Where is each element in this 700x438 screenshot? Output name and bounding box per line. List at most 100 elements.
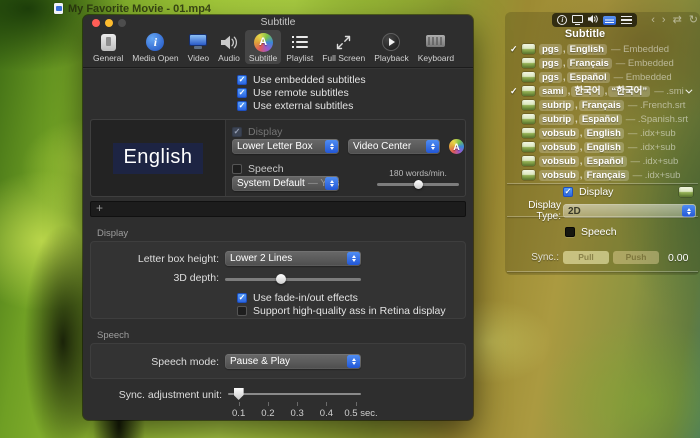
movie-window-title: My Favorite Movie - 01.mp4: [68, 2, 212, 15]
checkbox[interactable]: [237, 306, 247, 316]
preferences-toolbar: General i Media Open Video Audio A Subti…: [83, 28, 473, 64]
screen: My Favorite Movie - 01.mp4 Subtitle Gene…: [0, 0, 700, 438]
checkbox-label: Use remote subtitles: [253, 86, 349, 99]
document-icon: [54, 3, 63, 14]
playlist-icon: [291, 36, 308, 48]
panel-sync-row: Sync.: Pull Push 0.00: [505, 251, 700, 264]
toolbar-tab-keyboard[interactable]: Keyboard: [414, 30, 458, 64]
toolbar-tab-video[interactable]: Video: [184, 30, 214, 64]
add-style-button[interactable]: +: [90, 201, 466, 217]
subtitle-track-row[interactable]: ✓ vobsubEnglish— .idx+sub: [507, 140, 698, 154]
video-tab-icon[interactable]: [571, 15, 583, 25]
letterbox-height-dropdown[interactable]: Lower 2 Lines: [225, 251, 361, 266]
toolbar-tab-subtitle[interactable]: A Subtitle: [244, 30, 282, 64]
check-icon: ✓: [510, 43, 518, 54]
checkbox[interactable]: [237, 74, 247, 85]
position-dropdown[interactable]: Lower Letter Box: [232, 139, 339, 154]
checkbox-label: Display: [248, 125, 283, 138]
preferences-titlebar[interactable]: Subtitle: [83, 15, 473, 28]
checkbox[interactable]: [237, 100, 247, 111]
voice-dropdown[interactable]: System Default — Yuna: [232, 176, 339, 191]
stepper-icon: [347, 252, 360, 265]
subtitle-a-icon: A: [253, 32, 273, 52]
toolbar-tab-audio[interactable]: Audio: [214, 30, 244, 64]
toolbar-tab-general[interactable]: General: [89, 30, 127, 64]
tick-label: 0.4: [319, 408, 334, 419]
subtitle-track-row[interactable]: ✓ subripFrançais— .French.srt: [507, 98, 698, 112]
panel-tab-bar: i: [552, 13, 637, 27]
subtitle-tab-icon-selected[interactable]: [603, 15, 617, 25]
font-color-icon[interactable]: A: [449, 139, 464, 154]
speech-mode-dropdown[interactable]: Pause & Play: [225, 354, 361, 369]
subtitle-badge-icon: [522, 156, 535, 166]
3d-depth-slider[interactable]: [225, 273, 361, 284]
preview-pane: English: [91, 120, 226, 196]
checkbox-use-embedded-subtitles[interactable]: Use embedded subtitles: [237, 73, 473, 86]
tick-label: 0.5 sec.: [344, 408, 378, 419]
alignment-value: Video Center: [353, 141, 412, 152]
checkbox-preview-speech[interactable]: Speech: [232, 162, 284, 175]
subtitle-track-row[interactable]: ✓ pgsEnglish— Embedded: [507, 42, 698, 56]
checkbox[interactable]: [237, 87, 247, 98]
alignment-dropdown[interactable]: Video Center: [348, 139, 440, 154]
display-type-value: 2D: [568, 205, 581, 217]
sync-pull-button[interactable]: Pull: [563, 251, 609, 264]
subtitle-track-row[interactable]: ✓ pgsFrançais— Embedded: [507, 56, 698, 70]
subtitle-badge-icon: [522, 114, 535, 124]
audio-tab-icon[interactable]: [587, 14, 599, 27]
stepper-icon: [426, 140, 439, 153]
slider-thumb[interactable]: [414, 179, 423, 189]
slider-thumb[interactable]: [275, 273, 286, 284]
info-icon[interactable]: i: [557, 15, 568, 25]
close-button[interactable]: [92, 19, 100, 27]
checkbox[interactable]: [232, 163, 242, 174]
checkbox-use-remote-subtitles[interactable]: Use remote subtitles: [237, 86, 473, 99]
subtitle-track-row[interactable]: ✓ vobsubEspañol— .idx+sub: [507, 154, 698, 168]
speech-rate-slider[interactable]: [377, 178, 459, 189]
checkbox-label: Speech: [248, 162, 284, 175]
shuffle-icon[interactable]: ⇄: [673, 13, 682, 27]
chevron-down-icon[interactable]: [685, 86, 693, 94]
panel-display-type-row: Display Type: 2D: [505, 200, 700, 222]
checkbox[interactable]: [237, 293, 247, 303]
checkbox-use-external-subtitles[interactable]: Use external subtitles: [237, 99, 473, 112]
checkbox-panel-display[interactable]: [563, 187, 573, 197]
minimize-button[interactable]: [105, 19, 113, 27]
fullscreen-icon: [335, 32, 352, 52]
sync-push-button[interactable]: Push: [613, 251, 659, 264]
repeat-icon[interactable]: ↻: [689, 13, 698, 27]
next-icon[interactable]: ›: [662, 13, 666, 27]
checkbox-preview-display[interactable]: Display: [232, 125, 282, 138]
display-group-title: Display: [97, 228, 129, 239]
toolbar-tab-full-screen[interactable]: Full Screen: [318, 30, 369, 64]
movie-window-titlebar[interactable]: My Favorite Movie - 01.mp4: [54, 1, 211, 16]
toolbar-tab-media-open[interactable]: i Media Open: [128, 30, 182, 64]
subtitle-style-preview: English Display Lower Letter Box Video C…: [90, 119, 466, 197]
voice-value: System Default: [237, 178, 305, 189]
sync-adjustment-label: Sync. adjustment unit:: [118, 389, 222, 401]
checkbox: [232, 126, 242, 137]
toolbar-divider: [83, 67, 473, 68]
playlist-tab-icon[interactable]: [620, 15, 632, 25]
subtitle-track-row[interactable]: ✓ vobsubFrançais— .idx+sub: [507, 168, 698, 182]
stepper-icon: [347, 355, 360, 368]
subtitle-badge-icon: [522, 72, 535, 82]
subtitle-track-row[interactable]: ✓ pgsEspañol— Embedded: [507, 70, 698, 84]
previous-icon[interactable]: ‹: [651, 13, 655, 27]
toolbar-tab-playlist[interactable]: Playlist: [282, 30, 317, 64]
checkbox-panel-speech[interactable]: [565, 227, 575, 237]
sync-adjustment-slider[interactable]: 0.1 0.2 0.3 0.4 0.5 sec.: [228, 388, 378, 420]
subtitle-track-row[interactable]: ✓ sami한국어“한국어”— .smi: [507, 84, 698, 98]
checkbox-fade-effects[interactable]: Use fade-in/out effects: [237, 292, 465, 304]
letterbox-height-value: Lower 2 Lines: [230, 253, 293, 264]
toolbar-tab-playback[interactable]: Playback: [370, 30, 413, 64]
subtitle-track-row[interactable]: ✓ vobsubEnglish— .idx+sub: [507, 126, 698, 140]
traffic-lights: [92, 19, 126, 27]
subtitle-track-row[interactable]: ✓ subripEspañol— .Spanish.srt: [507, 112, 698, 126]
slider-thumb[interactable]: [233, 388, 244, 400]
tick-label: 0.2: [261, 408, 275, 419]
checkbox-retina-ass[interactable]: Support high-quality ass in Retina displ…: [237, 305, 465, 317]
checkbox-label: Speech: [581, 226, 617, 238]
panel-title: Subtitle: [564, 28, 606, 40]
speech-group: Speech Speech mode: Pause & Play: [90, 330, 466, 379]
